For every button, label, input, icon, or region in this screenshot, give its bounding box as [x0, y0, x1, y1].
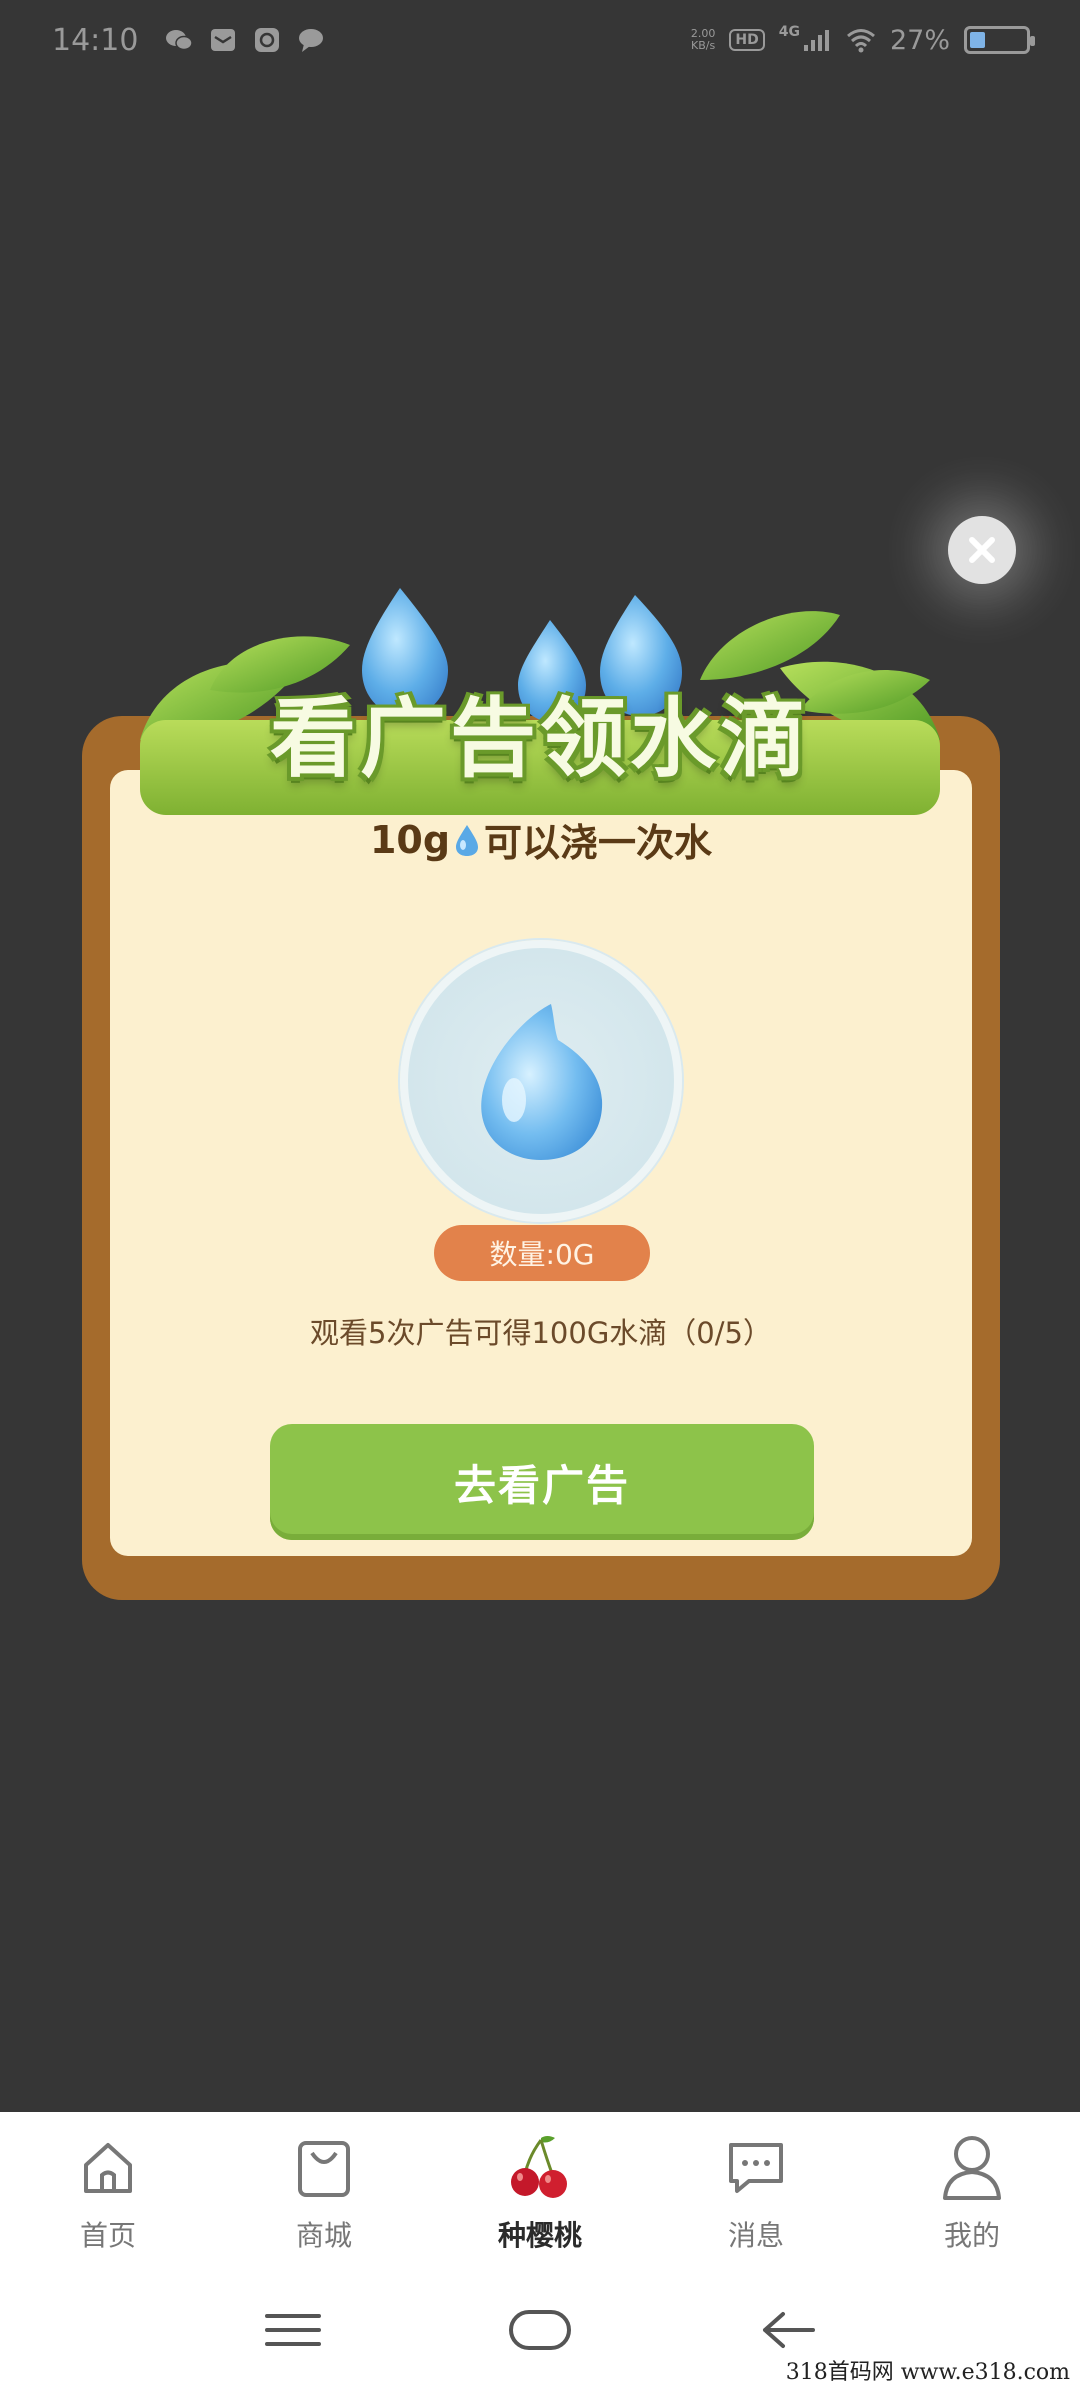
back-arrow-icon	[762, 2312, 815, 2348]
subtitle-text: 可以浇一次水	[484, 821, 713, 865]
water-drop-badge	[400, 940, 682, 1222]
tab-cherry[interactable]: 种樱桃	[432, 2132, 648, 2282]
battery-icon	[964, 26, 1035, 54]
cherry-icon	[505, 2132, 575, 2202]
amount-badge: 数量:0G	[434, 1225, 650, 1281]
wifi-icon	[847, 29, 875, 53]
wechat-icon	[166, 30, 194, 51]
mail-icon	[211, 29, 236, 51]
network-type: 4G	[778, 24, 800, 40]
status-right: 2.00 KB/s HD 4G 27%	[691, 24, 1035, 56]
ad-progress-hint: 观看5次广告可得100G水滴（0/5）	[310, 1316, 772, 1350]
hd-badge: HD	[729, 29, 765, 51]
water-drop-icon	[456, 824, 479, 856]
tab-messages[interactable]: 消息	[648, 2132, 864, 2282]
watermark: 318首码网 www.e318.com	[785, 2360, 1070, 2385]
home-icon	[73, 2132, 143, 2202]
back-button[interactable]	[752, 2300, 822, 2360]
tab-profile[interactable]: 我的	[864, 2132, 1080, 2282]
chat-icon	[299, 29, 324, 52]
message-icon	[721, 2132, 791, 2202]
camera-app-icon	[255, 28, 280, 52]
network-speed-unit: KB/s	[691, 39, 716, 52]
tab-label-profile: 我的	[943, 2219, 1000, 2252]
tab-home[interactable]: 首页	[0, 2132, 216, 2282]
dialog-subtitle: 10g 可以浇一次水	[110, 812, 972, 867]
menu-icon	[265, 2314, 322, 2346]
dialog-title: 看广告领水滴	[270, 689, 810, 789]
tab-label-cherry: 种樱桃	[497, 2219, 582, 2252]
close-icon	[969, 537, 995, 563]
network-speed: 2.00 KB/s	[691, 28, 716, 52]
status-left: 14:10	[52, 23, 326, 58]
battery-fill	[970, 32, 985, 48]
watch-ad-button[interactable]: 去看广告	[270, 1424, 814, 1540]
tab-bar: 首页 商城 种樱桃 消息 我的	[0, 2132, 1080, 2282]
status-bar: 14:10 2.00 KB/s HD 4G 27%	[0, 0, 1080, 80]
profile-icon	[937, 2132, 1007, 2202]
tab-mall[interactable]: 商城	[216, 2132, 432, 2282]
battery-percent: 27%	[889, 24, 950, 56]
tab-label-messages: 消息	[727, 2219, 784, 2252]
shopping-bag-icon	[289, 2132, 359, 2202]
status-time: 14:10	[52, 22, 139, 58]
menu-button[interactable]	[258, 2300, 328, 2360]
subtitle-amount: 10g	[369, 817, 451, 862]
tab-label-mall: 商城	[295, 2219, 352, 2252]
bottom-nav: 首页 商城 种樱桃 消息 我的	[0, 2112, 1080, 2388]
large-water-drop-icon	[481, 1004, 603, 1160]
tab-label-home: 首页	[79, 2219, 136, 2252]
signal-icon	[803, 30, 829, 51]
home-pill-icon	[508, 2310, 571, 2350]
home-system-button[interactable]	[505, 2300, 575, 2360]
